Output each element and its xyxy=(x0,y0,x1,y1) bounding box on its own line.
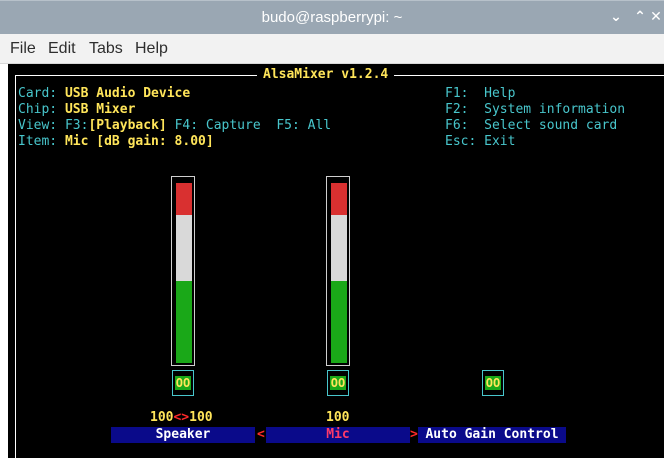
close-icon[interactable]: ✕ xyxy=(646,7,664,27)
menu-file[interactable]: File xyxy=(10,40,36,58)
alsamixer-title: AlsaMixer v1.2.4 xyxy=(257,67,395,82)
view-f5[interactable]: F5: All xyxy=(276,118,331,133)
key-f2: F2: System information xyxy=(445,102,625,118)
speaker-level-red xyxy=(176,183,192,215)
view-f3[interactable]: F3: xyxy=(65,118,88,133)
speaker-volume-sep: <> xyxy=(173,410,190,425)
menu-help[interactable]: Help xyxy=(135,40,168,58)
key-f6-key: F6: xyxy=(445,118,469,133)
selection-arrow-left: < xyxy=(257,427,265,442)
view-label: View: xyxy=(18,118,58,133)
key-f2-desc: System information xyxy=(484,102,626,117)
window-titlebar[interactable]: budo@raspberrypi: ~ ⌄ ⌃ ✕ xyxy=(0,0,664,34)
mic-volume: 100 xyxy=(326,410,350,425)
menu-tabs[interactable]: Tabs xyxy=(89,40,123,58)
menu-edit[interactable]: Edit xyxy=(48,40,76,58)
key-f1-key: F1: xyxy=(445,86,469,101)
menu-bar: File Edit Tabs Help xyxy=(0,34,664,64)
agc-label[interactable]: Auto Gain Control xyxy=(418,427,566,443)
selection-arrow-right: > xyxy=(410,427,418,442)
chip-line: Chip: USB Mixer xyxy=(18,102,135,118)
window-title: budo@raspberrypi: ~ xyxy=(261,9,403,26)
mic-level-white xyxy=(331,215,347,281)
mic-level-red xyxy=(331,183,347,215)
mic-slider[interactable] xyxy=(326,176,350,366)
key-f6-desc: Select sound card xyxy=(484,118,618,133)
speaker-level-white xyxy=(176,215,192,281)
key-f6: F6: Select sound card xyxy=(445,118,617,134)
mic-mute-badge[interactable]: OO xyxy=(327,370,349,396)
key-esc: Esc: Exit xyxy=(445,134,515,150)
view-playback[interactable]: [Playback] xyxy=(88,118,166,133)
speaker-mute-badge[interactable]: OO xyxy=(172,370,194,396)
key-f1-desc: Help xyxy=(484,86,516,101)
card-value: USB Audio Device xyxy=(64,86,191,101)
mic-badge-text: OO xyxy=(330,376,346,390)
card-label: Card: xyxy=(18,86,58,101)
item-value: Mic [dB gain: 8.00] xyxy=(64,134,214,149)
speaker-volume: 100<>100 xyxy=(150,410,213,426)
terminal-area[interactable]: AlsaMixer v1.2.4 Card: USB Audio Device … xyxy=(8,64,664,458)
key-esc-key: Esc: xyxy=(445,134,477,149)
item-label: Item: xyxy=(18,134,58,149)
key-esc-desc: Exit xyxy=(484,134,516,149)
speaker-volume-right: 100 xyxy=(189,410,213,425)
chip-label: Chip: xyxy=(18,102,58,117)
agc-badge-text: OO xyxy=(485,376,501,390)
view-line: View: F3:[Playback] F4: Capture F5: All xyxy=(18,118,331,134)
speaker-label[interactable]: Speaker xyxy=(111,427,255,443)
mic-level-green xyxy=(331,281,347,363)
card-line: Card: USB Audio Device xyxy=(18,86,190,102)
speaker-slider[interactable] xyxy=(171,176,195,366)
key-f2-key: F2: xyxy=(445,102,469,117)
speaker-badge-text: OO xyxy=(175,376,191,390)
speaker-level-green xyxy=(176,281,192,363)
minimize-icon[interactable]: ⌄ xyxy=(606,7,626,27)
agc-badge[interactable]: OO xyxy=(482,370,504,396)
key-f1: F1: Help xyxy=(445,86,515,102)
speaker-volume-left: 100 xyxy=(150,410,174,425)
chip-value: USB Mixer xyxy=(64,102,136,117)
mic-label[interactable]: Mic xyxy=(266,427,410,443)
item-line: Item: Mic [dB gain: 8.00] xyxy=(18,134,214,150)
view-f4[interactable]: F4: Capture xyxy=(175,118,261,133)
